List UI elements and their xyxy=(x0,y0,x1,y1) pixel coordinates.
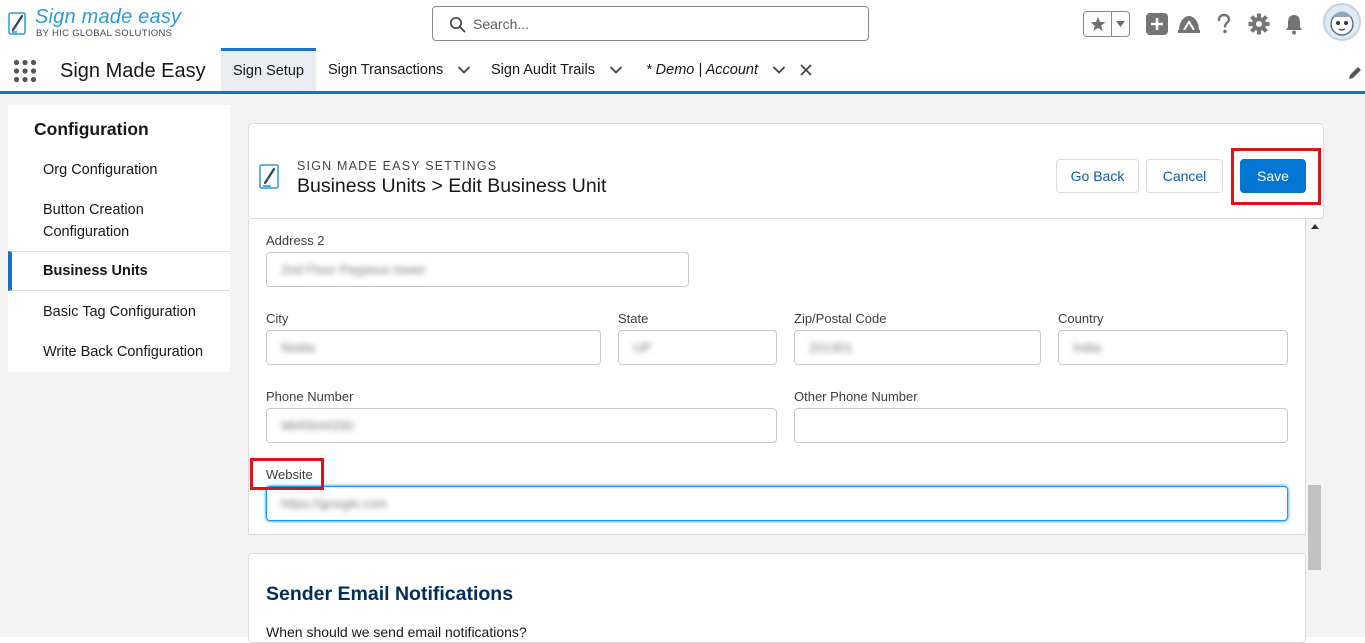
sidebar-item-write-back-configuration[interactable]: Write Back Configuration xyxy=(8,341,230,363)
global-search[interactable] xyxy=(432,6,869,41)
logo-subtitle: BY HIC GLOBAL SOLUTIONS xyxy=(36,28,173,39)
address2-label: Address 2 xyxy=(266,233,325,248)
favorites-menu-caret-icon[interactable] xyxy=(1112,12,1129,36)
chevron-down-icon[interactable] xyxy=(609,63,623,77)
sidebar-item-button-creation[interactable]: Button Creation Configuration xyxy=(8,199,188,243)
sidebar-heading: Configuration xyxy=(34,119,149,139)
app-navigation-bar: Sign Made Easy Sign Setup Sign Transacti… xyxy=(0,48,1365,94)
address2-input[interactable]: 2nd Floor Pegasus tower xyxy=(266,252,689,287)
country-input[interactable]: India xyxy=(1058,330,1288,365)
chevron-down-icon[interactable] xyxy=(772,63,786,77)
tab-sign-audit-trails[interactable]: Sign Audit Trails xyxy=(491,48,623,91)
edit-nav-pencil-icon[interactable] xyxy=(1347,65,1363,81)
favorites-group[interactable] xyxy=(1083,11,1130,37)
phone-value: 9845644330 xyxy=(281,418,354,433)
city-input[interactable]: Noida xyxy=(266,330,601,365)
global-header: Sign made easy BY HIC GLOBAL SOLUTIONS xyxy=(0,0,1365,48)
setup-gear-icon[interactable] xyxy=(1247,12,1271,36)
configuration-sidebar: Configuration Org Configuration Button C… xyxy=(8,105,230,372)
tab-label: Sign Transactions xyxy=(328,61,444,78)
section-title: Sender Email Notifications xyxy=(266,583,514,605)
search-icon xyxy=(449,16,466,33)
zip-input[interactable]: 201301 xyxy=(794,330,1041,365)
state-value: UP xyxy=(633,340,652,355)
favorites-star-icon[interactable] xyxy=(1084,12,1112,36)
cancel-button[interactable]: Cancel xyxy=(1146,159,1223,193)
help-icon[interactable] xyxy=(1212,12,1236,36)
tab-demo-account[interactable]: * Demo | Account xyxy=(646,48,812,91)
country-value: India xyxy=(1073,340,1102,355)
global-actions-plus-icon[interactable] xyxy=(1145,12,1169,36)
tab-sign-transactions[interactable]: Sign Transactions xyxy=(328,48,471,91)
website-input[interactable]: https://google.com xyxy=(266,486,1288,521)
sidebar-item-org-configuration[interactable]: Org Configuration xyxy=(8,159,230,181)
other-phone-input[interactable] xyxy=(794,408,1288,443)
website-value: https://google.com xyxy=(281,496,388,511)
app-name: Sign Made Easy xyxy=(60,60,206,82)
trailhead-icon[interactable] xyxy=(1177,12,1201,36)
user-avatar[interactable] xyxy=(1323,3,1361,41)
email-notifications-section: Sender Email Notifications When should w… xyxy=(248,553,1306,643)
scroll-thumb[interactable] xyxy=(1308,485,1321,570)
scroll-up-arrow-icon[interactable] xyxy=(1311,224,1319,229)
page-title: Business Units > Edit Business Unit xyxy=(297,175,607,197)
chevron-down-icon[interactable] xyxy=(457,63,471,77)
sidebar-item-basic-tag-configuration[interactable]: Basic Tag Configuration xyxy=(8,301,230,323)
country-label: Country xyxy=(1058,311,1104,326)
tab-sign-setup[interactable]: Sign Setup xyxy=(221,48,316,91)
address2-value: 2nd Floor Pegasus tower xyxy=(281,262,426,277)
page-header-card: SIGN MADE EASY SETTINGS Business Units >… xyxy=(248,123,1324,219)
page-eyebrow: SIGN MADE EASY SETTINGS xyxy=(297,159,498,173)
state-label: State xyxy=(618,311,649,326)
website-label: Website xyxy=(266,467,313,482)
city-label: City xyxy=(266,311,289,326)
document-pen-icon xyxy=(259,164,279,189)
notifications-bell-icon[interactable] xyxy=(1282,12,1306,36)
phone-input[interactable]: 9845644330 xyxy=(266,408,777,443)
search-input[interactable] xyxy=(473,7,853,40)
zip-label: Zip/Postal Code xyxy=(794,311,887,326)
city-value: Noida xyxy=(281,340,315,355)
app-launcher-icon[interactable] xyxy=(13,59,37,83)
tab-label: Sign Setup xyxy=(233,63,304,79)
save-button[interactable]: Save xyxy=(1240,159,1306,193)
zip-value: 201301 xyxy=(809,340,853,355)
business-unit-form: Address 2 2nd Floor Pegasus tower City N… xyxy=(248,219,1306,535)
close-tab-icon[interactable] xyxy=(800,63,812,76)
tab-label: Sign Audit Trails xyxy=(491,61,595,78)
tab-label: * Demo | Account xyxy=(646,61,759,78)
form-scrollbar[interactable] xyxy=(1307,222,1322,572)
logo-title: Sign made easy xyxy=(35,6,182,28)
sidebar-item-business-units[interactable]: Business Units xyxy=(8,251,230,291)
go-back-button[interactable]: Go Back xyxy=(1056,159,1139,193)
section-question: When should we send email notifications? xyxy=(266,624,527,640)
phone-label: Phone Number xyxy=(266,389,354,404)
document-pen-icon xyxy=(8,12,26,35)
state-input[interactable]: UP xyxy=(618,330,777,365)
app-logo[interactable]: Sign made easy BY HIC GLOBAL SOLUTIONS xyxy=(8,6,198,42)
other-phone-label: Other Phone Number xyxy=(794,389,918,404)
